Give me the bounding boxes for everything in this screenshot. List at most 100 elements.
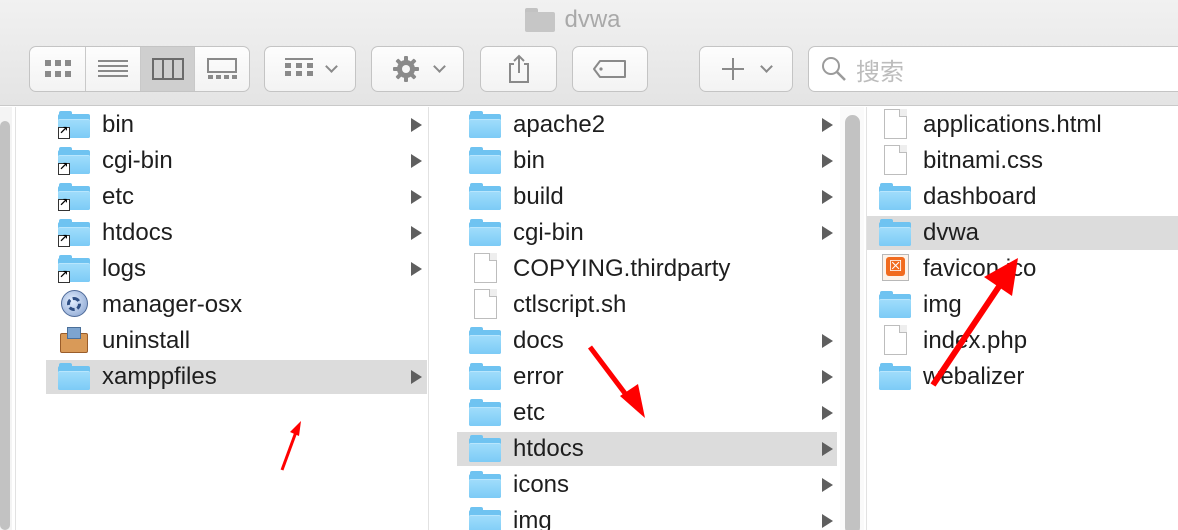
- file-row[interactable]: index.php: [867, 324, 1178, 358]
- file-name: favicon.ico: [923, 255, 1037, 282]
- disclosure-arrow-icon: [822, 118, 833, 132]
- file-name: xamppfiles: [102, 363, 217, 390]
- file-name: manager-osx: [102, 291, 243, 318]
- file-name: cgi-bin: [513, 219, 584, 246]
- file-name: ctlscript.sh: [513, 291, 627, 318]
- title-folder-icon: [525, 8, 556, 32]
- alias-arrow-icon: [58, 124, 70, 139]
- search-placeholder: 搜索: [856, 58, 904, 86]
- disclosure-arrow-icon: [822, 370, 833, 384]
- share-button[interactable]: [480, 46, 557, 92]
- uninstall-app-icon: [58, 327, 90, 354]
- disclosure-arrow-icon: [822, 406, 833, 420]
- file-row[interactable]: bin: [46, 108, 427, 142]
- folder-icon: [469, 183, 501, 210]
- file-name: webalizer: [923, 363, 1025, 390]
- file-name: docs: [513, 327, 564, 354]
- new-item-button[interactable]: [699, 46, 793, 92]
- file-row[interactable]: img: [457, 504, 837, 530]
- file-row[interactable]: etc: [457, 396, 837, 430]
- file-row[interactable]: applications.html: [867, 108, 1178, 142]
- file-row[interactable]: icons: [457, 468, 837, 502]
- disclosure-arrow-icon: [822, 478, 833, 492]
- left-column-scrollbar[interactable]: [0, 107, 12, 530]
- file-row[interactable]: htdocs: [457, 432, 837, 466]
- file-row[interactable]: ctlscript.sh: [457, 288, 837, 322]
- gallery-view-button[interactable]: [195, 47, 249, 91]
- folder-alias-icon: [58, 255, 90, 283]
- column-divider[interactable]: [428, 107, 429, 530]
- file-row[interactable]: cgi-bin: [457, 216, 837, 250]
- folder-icon: [469, 471, 501, 498]
- file-name: htdocs: [102, 219, 173, 246]
- column-xamppfiles: apache2 bin build cgi-bin COPYING.thirdparty…: [457, 107, 837, 530]
- file-row[interactable]: webalizer: [867, 360, 1178, 394]
- disclosure-arrow-icon: [822, 226, 833, 240]
- xampp-favicon-icon: ☒: [879, 254, 911, 282]
- folder-icon: [469, 399, 501, 426]
- column-view-button[interactable]: [141, 47, 195, 91]
- alias-arrow-icon: [58, 160, 70, 175]
- file-row[interactable]: bitnami.css: [867, 144, 1178, 178]
- search-icon: [822, 57, 846, 81]
- column-htdocs: applications.html bitnami.css dashboard dvw…: [867, 107, 1178, 530]
- folder-alias-icon: [58, 183, 90, 211]
- file-name: bin: [102, 111, 135, 138]
- document-icon: [879, 145, 911, 175]
- disclosure-arrow-icon: [822, 190, 833, 204]
- file-name: uninstall: [102, 327, 191, 354]
- file-row[interactable]: bin: [457, 144, 837, 178]
- share-icon: [508, 54, 529, 83]
- left-scroll-thumb[interactable]: [0, 121, 10, 530]
- window-title: dvwa: [564, 6, 621, 33]
- tags-button[interactable]: [572, 46, 648, 92]
- column-2-scrollbar[interactable]: [840, 107, 864, 530]
- alias-arrow-icon: [58, 232, 70, 247]
- disclosure-arrow-icon: [822, 334, 833, 348]
- file-row[interactable]: COPYING.thirdparty: [457, 252, 837, 286]
- file-row[interactable]: cgi-bin: [46, 144, 427, 178]
- file-row[interactable]: img: [867, 288, 1178, 322]
- icon-view-icon: [44, 60, 71, 77]
- file-row[interactable]: build: [457, 180, 837, 214]
- folder-icon: [879, 219, 911, 246]
- disclosure-arrow-icon: [411, 262, 422, 276]
- file-row[interactable]: dashboard: [867, 180, 1178, 214]
- list-view-button[interactable]: [86, 47, 141, 91]
- folder-icon: [469, 363, 501, 390]
- file-row[interactable]: manager-osx: [46, 288, 427, 322]
- file-row[interactable]: logs: [46, 252, 427, 286]
- plus-icon: [721, 58, 744, 80]
- view-mode-control: [29, 46, 250, 92]
- file-row[interactable]: apache2: [457, 108, 837, 142]
- folder-icon: [469, 219, 501, 246]
- file-name: bitnami.css: [923, 147, 1044, 174]
- column-2-scroll-thumb[interactable]: [845, 115, 860, 530]
- file-name: bin: [513, 147, 546, 174]
- file-name: applications.html: [923, 111, 1102, 138]
- file-name: icons: [513, 471, 570, 498]
- folder-icon: [469, 435, 501, 462]
- disclosure-arrow-icon: [411, 118, 422, 132]
- group-by-button[interactable]: [264, 46, 356, 92]
- file-row[interactable]: dvwa: [867, 216, 1178, 250]
- disclosure-arrow-icon: [822, 154, 833, 168]
- file-row[interactable]: docs: [457, 324, 837, 358]
- search-field[interactable]: 搜索: [808, 46, 1178, 92]
- file-row[interactable]: ☒ favicon.ico: [867, 252, 1178, 286]
- icon-view-button[interactable]: [30, 47, 86, 91]
- action-button[interactable]: [371, 46, 464, 92]
- file-row[interactable]: xamppfiles: [46, 360, 427, 394]
- folder-alias-icon: [58, 111, 90, 139]
- disclosure-arrow-icon: [411, 370, 422, 384]
- file-row[interactable]: etc: [46, 180, 427, 214]
- column-divider[interactable]: [15, 107, 16, 530]
- chevron-down-icon: [325, 60, 339, 73]
- file-name: img: [513, 507, 552, 530]
- file-row[interactable]: htdocs: [46, 216, 427, 250]
- file-row[interactable]: error: [457, 360, 837, 394]
- file-row[interactable]: uninstall: [46, 324, 427, 358]
- window-title-bar: dvwa: [0, 6, 1178, 34]
- file-name: etc: [513, 399, 546, 426]
- disclosure-arrow-icon: [411, 154, 422, 168]
